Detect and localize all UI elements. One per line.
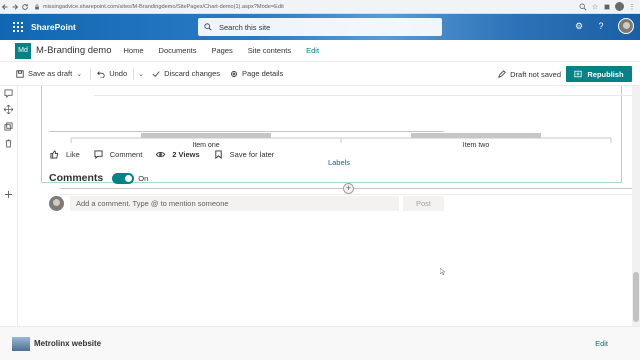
duplicate-icon[interactable] [4,122,13,131]
forward-icon[interactable] [10,1,20,13]
footer-logo [12,336,30,351]
comment-input[interactable]: Add a comment. Type @ to mention someone [70,196,399,211]
undo-button[interactable]: Undo [97,69,127,78]
chart-x-axis-label: Labels [327,158,351,167]
reload-icon[interactable] [20,1,30,13]
page-scrollbar[interactable] [632,86,640,326]
like-button[interactable]: Like [50,150,80,159]
site-header: Md M-Branding demo Home Documents Pages … [0,40,640,62]
eye-icon [156,152,166,157]
chevron-down-icon[interactable]: ⌄ [76,70,84,78]
draft-status-text: Draft not saved [510,69,561,79]
more-vertical-icon[interactable]: ⋮ [628,3,636,11]
nav-item-documents[interactable]: Documents [159,46,197,55]
chevron-down-icon[interactable]: ⌄ [138,70,146,78]
move-icon[interactable] [4,105,13,114]
draft-status: Draft not saved [498,70,561,79]
undo-icon [97,70,105,78]
site-title[interactable]: M-Branding demo [36,45,112,56]
divider [90,67,92,80]
gear-icon [231,70,237,77]
social-bar: Like Comment 2 Views Save for later [50,150,288,159]
republish-label: Republish [587,69,624,79]
comment-placeholder: Add a comment. Type @ to mention someone [76,199,229,208]
save-as-draft-button[interactable]: Save as draft [16,69,72,78]
browser-toolbar: missingadvice.sharepoint.com/sites/M-Bra… [0,0,640,14]
comments-header: Comments On [49,172,148,184]
page-details-label: Page details [242,69,284,78]
site-footer: Metrolinx website Edit [0,326,640,360]
section-toolbar [0,86,18,326]
search-placeholder: Search this site [219,22,271,32]
pencil-icon [498,70,506,78]
save-as-draft-label: Save as draft [28,69,73,78]
bar-chart: Item one Item two [70,133,612,149]
discard-label: Discard changes [164,69,221,78]
site-logo[interactable]: Md [15,42,31,59]
divider [133,67,135,80]
extension-icon[interactable] [603,3,611,11]
app-launcher-icon[interactable] [13,22,23,32]
search-icon [204,23,212,31]
comment-icon [94,150,103,159]
footer-site-name: Metrolinx website [34,339,102,348]
scrollbar-thumb[interactable] [633,272,639,322]
suite-app-name[interactable]: SharePoint [31,22,76,32]
delete-icon[interactable] [4,139,13,148]
command-bar: Save as draft ⌄ Undo ⌄ Discard changes P… [0,62,640,86]
like-icon [50,150,59,159]
zoom-icon[interactable] [579,3,587,11]
save-for-later-button[interactable]: Save for later [214,150,275,159]
chart-category-label: Item one [192,142,219,149]
nav-item-pages[interactable]: Pages [211,46,232,55]
back-icon[interactable] [0,1,10,13]
mouse-cursor-icon [440,268,445,275]
undo-label: Undo [109,69,128,78]
comments-title: Comments [49,172,104,184]
nav-item-site-contents[interactable]: Site contents [248,46,291,55]
chart-webpart[interactable]: Item one Item two Labels [41,86,634,183]
address-bar[interactable]: missingadvice.sharepoint.com/sites/M-Bra… [34,1,579,12]
section-divider [60,194,640,195]
browser-profile-avatar[interactable] [615,2,624,11]
add-icon[interactable] [4,190,13,199]
republish-button[interactable]: Republish [566,66,632,82]
chart-bar[interactable] [141,133,271,138]
star-icon[interactable]: ☆ [591,3,599,11]
like-label: Like [66,150,80,159]
views-count: 2 Views [156,150,200,159]
footer-edit-link[interactable]: Edit [595,339,608,348]
save-icon [16,69,24,78]
discard-changes-button[interactable]: Discard changes [152,69,220,78]
search-input[interactable]: Search this site [198,18,442,36]
settings-gear-icon[interactable]: ⚙ [574,21,584,31]
comment-label: Comment [109,150,143,159]
comment-button[interactable]: Comment [94,150,143,159]
edit-section-icon[interactable] [4,89,13,98]
suite-bar: SharePoint Search this site ⚙ ? [0,14,640,40]
comments-toggle[interactable] [112,172,135,184]
post-button[interactable]: Post [403,196,444,211]
content-divider [49,131,444,132]
comment-composer: Add a comment. Type @ to mention someone… [49,196,444,211]
views-label: 2 Views [172,150,200,159]
chart-bar[interactable] [411,133,541,138]
comments-toggle-label: On [138,173,149,183]
nav-item-home[interactable]: Home [124,46,144,55]
republish-icon [574,70,582,78]
page-details-button[interactable]: Page details [230,69,283,78]
save-for-later-label: Save for later [229,150,275,159]
url-text: missingadvice.sharepoint.com/sites/M-Bra… [43,3,284,10]
nav-edit-link[interactable]: Edit [306,46,319,55]
chart-category-label: Item two [463,142,490,149]
user-avatar[interactable] [618,18,634,34]
avatar [49,196,64,211]
add-section-button[interactable]: + [343,183,354,194]
site-navigation: Home Documents Pages Site contents Edit [124,46,335,55]
help-icon[interactable]: ? [596,21,606,31]
discard-icon [152,70,160,77]
bookmark-icon [215,150,222,159]
lock-icon [35,3,39,9]
